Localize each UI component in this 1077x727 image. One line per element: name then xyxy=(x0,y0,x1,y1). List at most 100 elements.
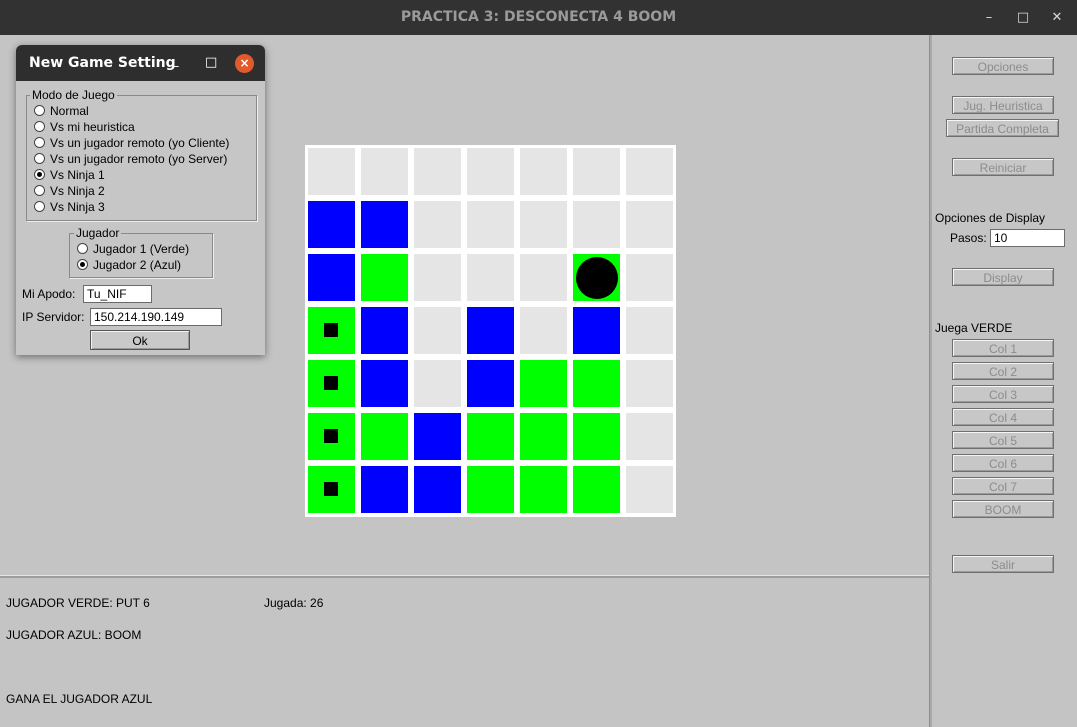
modo-option-label: Normal xyxy=(50,104,89,118)
board-cell xyxy=(520,413,567,460)
modo-option-label: Vs Ninja 2 xyxy=(50,184,105,198)
modo-option[interactable]: Vs Ninja 1 xyxy=(34,168,105,184)
board-cell xyxy=(414,413,461,460)
modo-option-label: Vs mi heuristica xyxy=(50,120,135,134)
game-board[interactable] xyxy=(305,145,676,517)
minimize-icon[interactable]: – xyxy=(979,8,999,28)
modo-option[interactable]: Vs mi heuristica xyxy=(34,120,135,136)
reiniciar-button[interactable]: Reiniciar xyxy=(952,158,1054,176)
boom-button[interactable]: BOOM xyxy=(952,500,1054,518)
col-2-button[interactable]: Col 2 xyxy=(952,362,1054,380)
ip-input[interactable]: 150.214.190.149 xyxy=(90,308,222,326)
board-cell xyxy=(520,254,567,301)
board-cell xyxy=(361,254,408,301)
board-cell xyxy=(573,201,620,248)
modo-juego-legend: Modo de Juego xyxy=(30,88,117,102)
window-titlebar: PRACTICA 3: DESCONECTA 4 BOOM – □ ✕ xyxy=(0,0,1077,35)
pasos-label: Pasos: xyxy=(950,231,987,245)
board-cell xyxy=(467,148,514,195)
board-cell xyxy=(308,413,355,460)
jugador-option[interactable]: Jugador 2 (Azul) xyxy=(77,258,181,274)
opciones-button[interactable]: Opciones xyxy=(952,57,1054,75)
col-6-button[interactable]: Col 6 xyxy=(952,454,1054,472)
radio-button-icon[interactable] xyxy=(77,243,88,255)
board-cell xyxy=(308,201,355,248)
dialog-titlebar: New Game Setting _ □ × xyxy=(16,45,265,81)
jug-heuristica-button[interactable]: Jug. Heuristica xyxy=(952,96,1054,114)
boom-mark-icon xyxy=(324,482,338,496)
board-cell xyxy=(520,307,567,354)
modo-option-label: Vs Ninja 3 xyxy=(50,200,105,214)
new-game-dialog: New Game Setting _ □ × Modo de Juego Nor… xyxy=(16,45,265,355)
modo-option[interactable]: Vs Ninja 2 xyxy=(34,184,105,200)
board-cell xyxy=(308,148,355,195)
board-cell xyxy=(520,148,567,195)
boom-mark-icon xyxy=(324,376,338,390)
col-1-button[interactable]: Col 1 xyxy=(952,339,1054,357)
radio-button-icon[interactable] xyxy=(77,259,88,271)
maximize-icon[interactable]: □ xyxy=(1013,8,1033,28)
ok-button[interactable]: Ok xyxy=(90,330,190,350)
radio-button-icon[interactable] xyxy=(34,121,45,133)
col-4-button[interactable]: Col 4 xyxy=(952,408,1054,426)
col-5-button[interactable]: Col 5 xyxy=(952,431,1054,449)
radio-button-icon[interactable] xyxy=(34,153,45,165)
turn-label: Juega VERDE xyxy=(935,321,1013,335)
apodo-label: Mi Apodo: xyxy=(22,287,76,301)
modo-option[interactable]: Vs Ninja 3 xyxy=(34,200,105,216)
partida-completa-button[interactable]: Partida Completa xyxy=(946,119,1059,137)
board-cell xyxy=(308,360,355,407)
modo-option[interactable]: Vs un jugador remoto (yo Cliente) xyxy=(34,136,229,152)
col-7-button[interactable]: Col 7 xyxy=(952,477,1054,495)
board-cell xyxy=(361,307,408,354)
modo-option-label: Vs un jugador remoto (yo Cliente) xyxy=(50,136,230,150)
radio-button-icon[interactable] xyxy=(34,201,45,213)
board-cell xyxy=(573,413,620,460)
dialog-minimize-icon[interactable]: _ xyxy=(172,53,179,68)
radio-button-icon[interactable] xyxy=(34,169,45,181)
board-cell xyxy=(520,466,567,513)
board-cell xyxy=(626,413,673,460)
jugador-option-label: Jugador 1 (Verde) xyxy=(93,242,190,256)
board-cell xyxy=(626,360,673,407)
modo-option[interactable]: Normal xyxy=(34,104,89,120)
dialog-close-icon[interactable]: × xyxy=(235,54,254,73)
log-result: GANA EL JUGADOR AZUL xyxy=(6,692,153,706)
dialog-title: New Game Setting xyxy=(29,55,176,71)
board-cell xyxy=(467,360,514,407)
modo-option-label: Vs Ninja 1 xyxy=(50,168,105,182)
board-cell xyxy=(467,413,514,460)
radio-button-icon[interactable] xyxy=(34,105,45,117)
board-cell xyxy=(520,201,567,248)
board-cell xyxy=(414,201,461,248)
board-cell xyxy=(626,254,673,301)
col-3-button[interactable]: Col 3 xyxy=(952,385,1054,403)
radio-button-icon[interactable] xyxy=(34,137,45,149)
board-cell xyxy=(467,466,514,513)
modo-option[interactable]: Vs un jugador remoto (yo Server) xyxy=(34,152,227,168)
board-cell xyxy=(414,254,461,301)
dialog-maximize-icon[interactable]: □ xyxy=(205,55,217,70)
pasos-input[interactable]: 10 xyxy=(990,229,1065,247)
close-icon[interactable]: ✕ xyxy=(1047,8,1067,28)
board-cell xyxy=(467,307,514,354)
board-cell xyxy=(414,466,461,513)
board-cell xyxy=(414,360,461,407)
radio-button-icon[interactable] xyxy=(34,185,45,197)
board-cell xyxy=(414,148,461,195)
board-cell xyxy=(361,360,408,407)
salir-button[interactable]: Salir xyxy=(952,555,1054,573)
board-cell xyxy=(626,466,673,513)
board-cell xyxy=(573,466,620,513)
apodo-input[interactable]: Tu_NIF xyxy=(83,285,152,303)
display-button[interactable]: Display xyxy=(952,268,1054,286)
modo-option-label: Vs un jugador remoto (yo Server) xyxy=(50,152,228,166)
board-cell xyxy=(626,148,673,195)
board-cell xyxy=(626,307,673,354)
jugador-option-label: Jugador 2 (Azul) xyxy=(93,258,182,272)
board-cell xyxy=(573,360,620,407)
board-cell xyxy=(361,413,408,460)
board-cell xyxy=(414,307,461,354)
board-cell xyxy=(573,148,620,195)
jugador-option[interactable]: Jugador 1 (Verde) xyxy=(77,242,189,258)
